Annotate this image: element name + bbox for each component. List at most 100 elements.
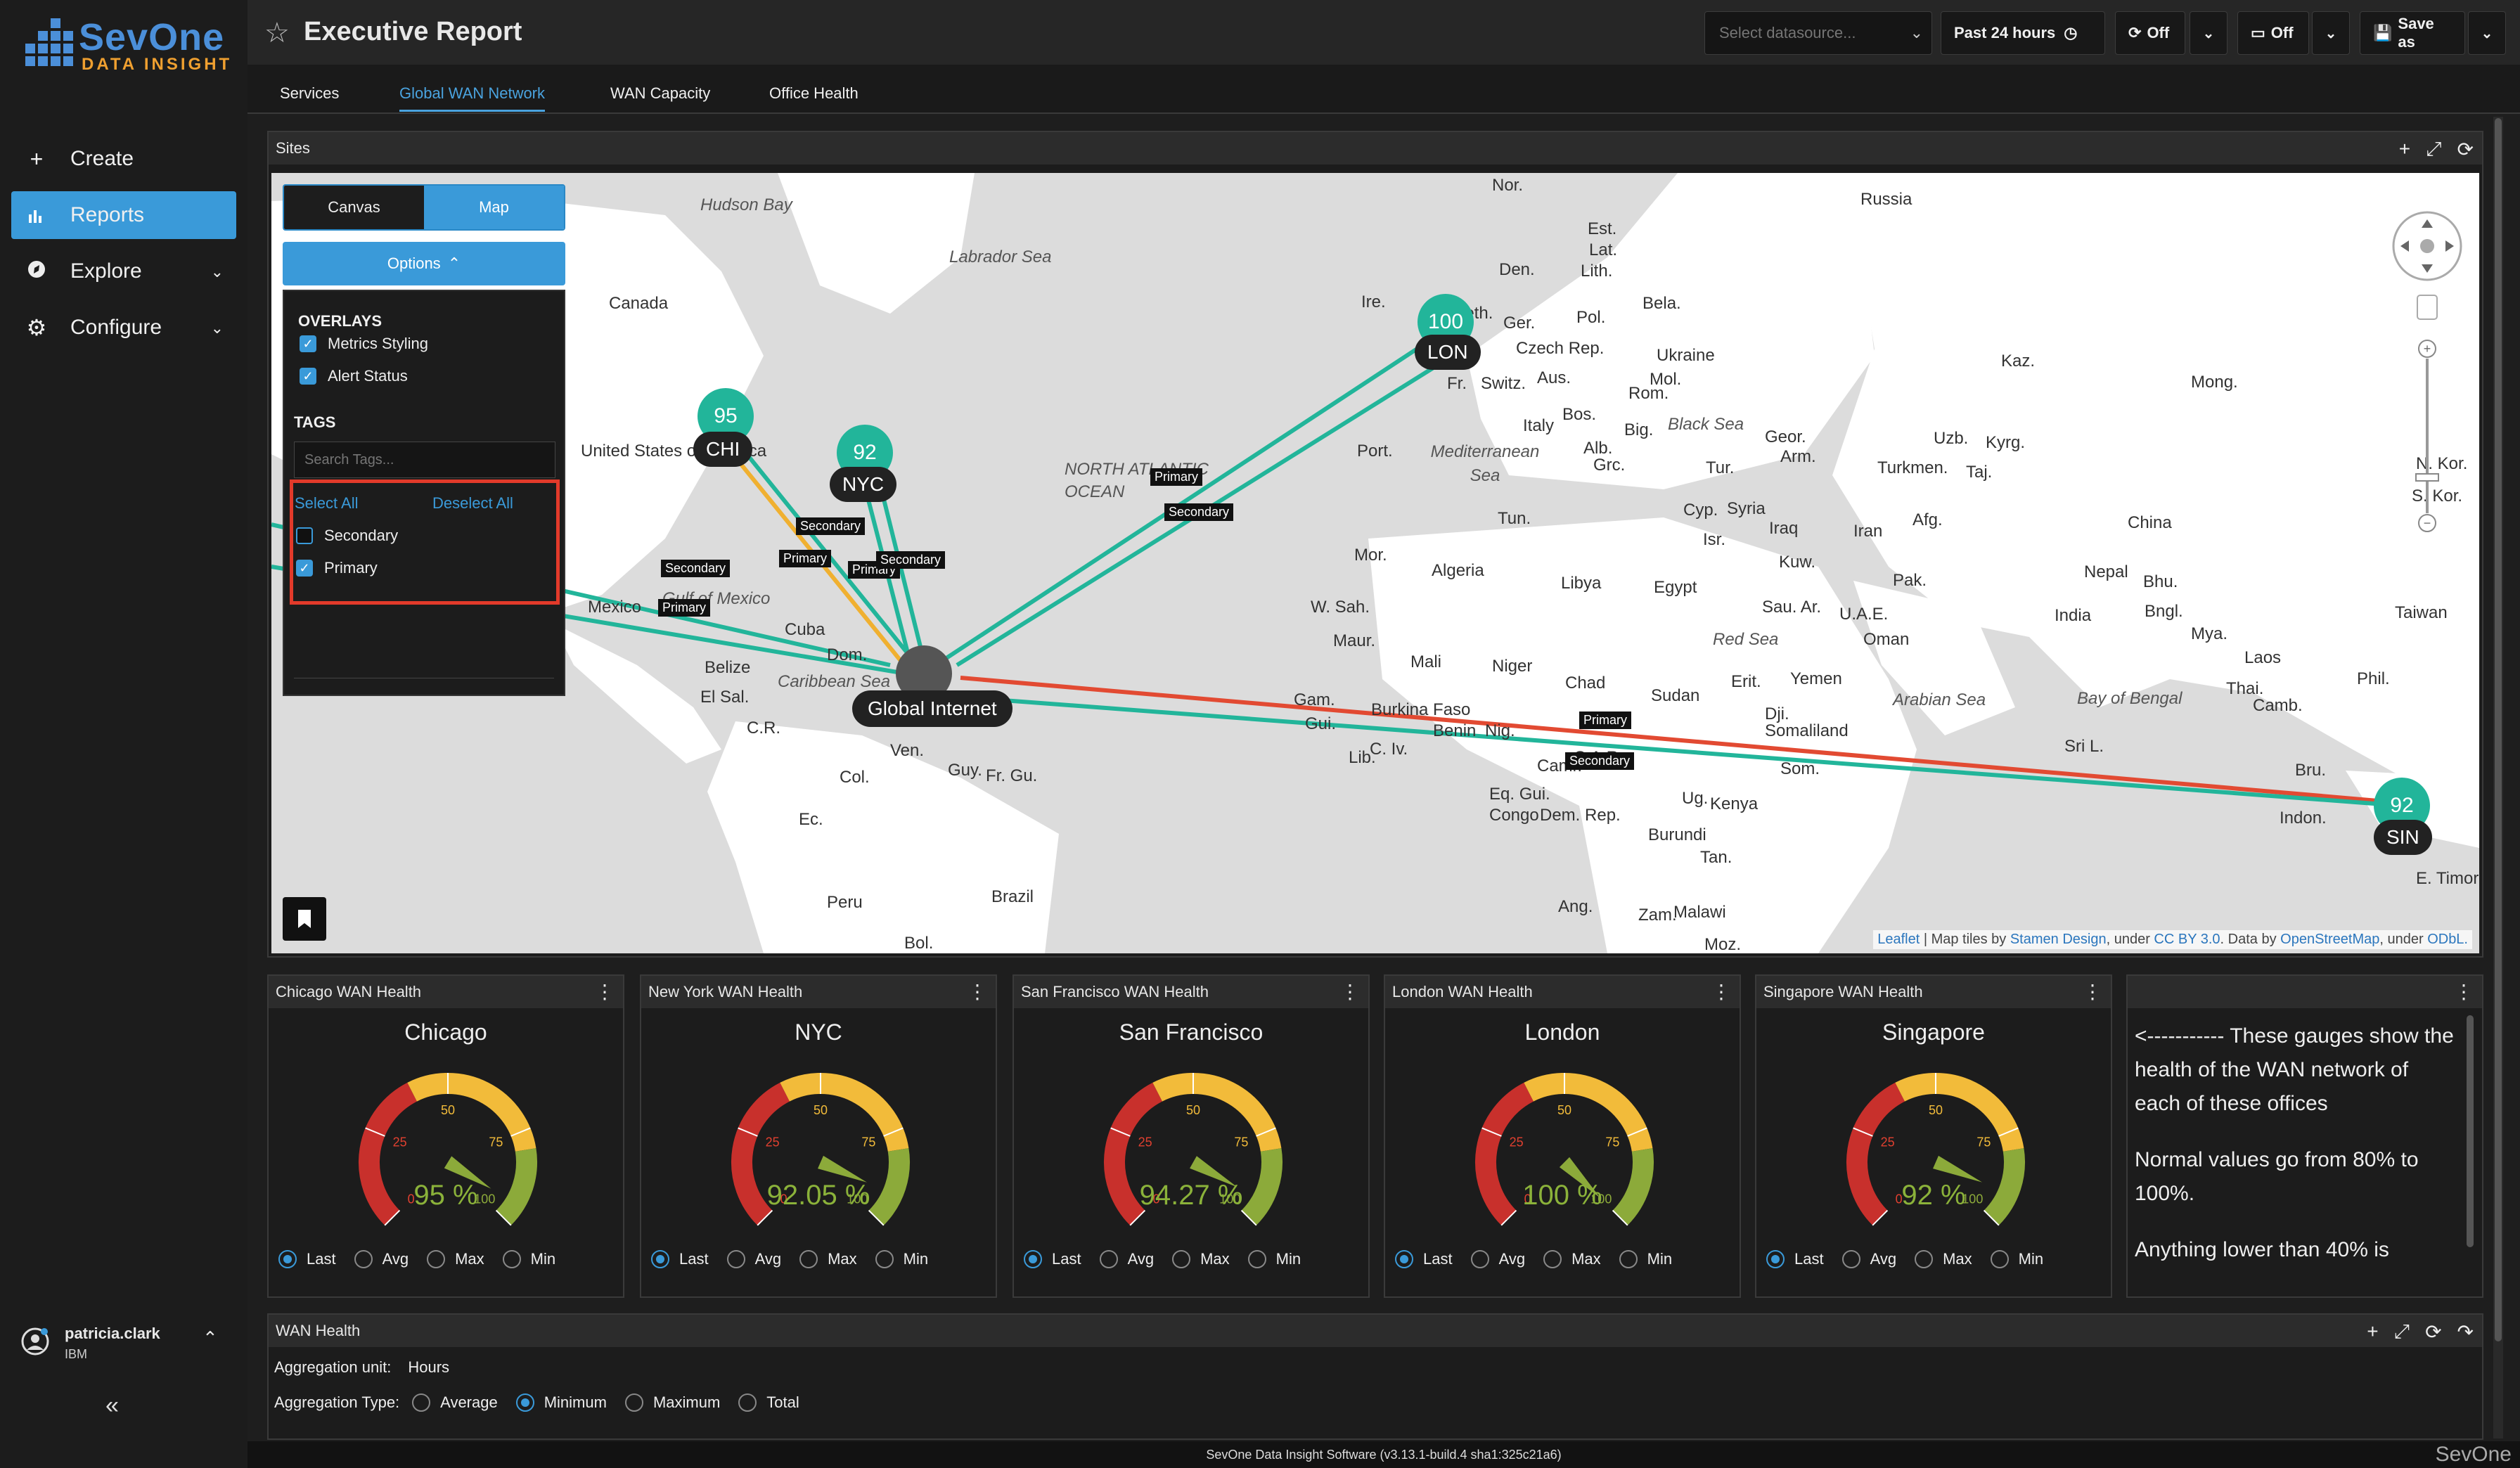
map-label: Lib. [1349, 748, 1376, 767]
radio-icon[interactable] [1990, 1250, 2009, 1268]
auto-refresh-button[interactable]: ⟳ Off [2115, 11, 2185, 55]
main-scrollbar-thumb[interactable] [2495, 118, 2502, 1341]
tag-search-input[interactable] [295, 442, 555, 477]
tab-wan-capacity[interactable]: WAN Capacity [610, 84, 710, 110]
nav-configure[interactable]: ⚙ Configure ⌄ [11, 304, 236, 352]
save-as-dropdown[interactable]: ⌄ [2468, 11, 2506, 55]
map-zoom-controls[interactable]: + − [2385, 204, 2469, 555]
radio-selected-icon[interactable] [1395, 1250, 1413, 1268]
refresh-icon[interactable]: ⟳ [2425, 1320, 2441, 1344]
more-vertical-icon[interactable]: ⋮ [1711, 980, 1731, 1003]
aggregation-unit-value[interactable]: Hours [408, 1358, 449, 1377]
add-icon[interactable]: + [2399, 138, 2410, 161]
sevone-logo[interactable]: SevOne DATA INSIGHT [25, 15, 236, 74]
node-nyc-label[interactable]: NYC [830, 467, 897, 502]
more-vertical-icon[interactable]: ⋮ [2454, 980, 2474, 1003]
more-vertical-icon[interactable]: ⋮ [595, 980, 615, 1003]
map-label: Tur. [1706, 458, 1735, 477]
nav-reports[interactable]: Reports [11, 191, 236, 239]
note-scrollbar[interactable] [2467, 1015, 2474, 1247]
radio-icon[interactable] [427, 1250, 446, 1268]
user-menu[interactable]: patricia.clark IBM ⌃ [21, 1322, 232, 1364]
nav-reports-label: Reports [70, 203, 145, 226]
overlay-metrics-styling[interactable]: ✓ Metrics Styling [300, 335, 428, 353]
radio-selected-icon[interactable] [1766, 1250, 1785, 1268]
radio-icon[interactable] [1172, 1250, 1191, 1268]
radio-icon[interactable] [1619, 1250, 1638, 1268]
stamen-link[interactable]: Stamen Design [2010, 932, 2107, 947]
more-vertical-icon[interactable]: ⋮ [1340, 980, 1360, 1003]
radio-icon[interactable] [624, 1393, 643, 1412]
map-label: India [2055, 606, 2092, 625]
radio-selected-icon[interactable] [515, 1393, 534, 1412]
radio-icon[interactable] [354, 1250, 373, 1268]
tag-primary[interactable]: ✓ Primary [296, 559, 378, 577]
node-lon-label[interactable]: LON [1415, 335, 1481, 370]
checkbox-checked-icon[interactable]: ✓ [296, 560, 313, 577]
radio-icon[interactable] [1915, 1250, 1934, 1268]
overlay-alert-status[interactable]: ✓ Alert Status [300, 367, 408, 385]
select-all-link[interactable]: Select All [295, 494, 359, 513]
tab-global-wan-network[interactable]: Global WAN Network [399, 84, 546, 112]
radio-selected-icon[interactable] [1024, 1250, 1042, 1268]
gears-icon: ⚙ [26, 315, 47, 340]
logo-mark-icon [25, 18, 73, 66]
radio-icon[interactable] [1470, 1250, 1489, 1268]
radio-icon[interactable] [738, 1393, 757, 1412]
radio-icon[interactable] [1099, 1250, 1118, 1268]
nav-create[interactable]: + Create [11, 135, 236, 183]
checkbox-checked-icon[interactable]: ✓ [300, 368, 316, 385]
radio-icon[interactable] [412, 1393, 431, 1412]
global-internet-label[interactable]: Global Internet [852, 690, 1012, 727]
expand-icon[interactable]: ⤢ [2394, 1320, 2410, 1344]
radio-icon[interactable] [1543, 1250, 1562, 1268]
tag-search-field[interactable] [294, 442, 555, 478]
radio-icon[interactable] [502, 1250, 521, 1268]
canvas-view-button[interactable]: Canvas [284, 186, 424, 229]
favorite-star-icon[interactable]: ☆ [264, 17, 290, 49]
time-range-button[interactable]: Past 24 hours ◷ [1941, 11, 2105, 55]
map-label: Mor. [1354, 546, 1387, 565]
odbl-link[interactable]: ODbL. [2427, 932, 2468, 947]
present-mode-button[interactable]: ▭ Off [2237, 11, 2309, 55]
map-view-button[interactable]: Map [424, 186, 564, 229]
tab-services[interactable]: Services [280, 84, 339, 110]
main-scrollbar[interactable] [2493, 117, 2503, 1438]
leaflet-link[interactable]: Leaflet [1877, 932, 1920, 947]
checkbox-unchecked-icon[interactable] [296, 527, 313, 544]
auto-refresh-dropdown[interactable]: ⌄ [2190, 11, 2228, 55]
wan-health-panel: WAN Health + ⤢ ⟳ ↷ Aggregation unit: Hou… [267, 1313, 2483, 1440]
present-mode-dropdown[interactable]: ⌄ [2312, 11, 2350, 55]
tag-secondary[interactable]: Secondary [296, 527, 398, 545]
radio-icon[interactable] [799, 1250, 818, 1268]
refresh-icon[interactable]: ⟳ [2457, 138, 2474, 161]
save-as-button[interactable]: 💾 Save as [2360, 11, 2465, 55]
tab-office-health[interactable]: Office Health [769, 84, 859, 110]
osm-link[interactable]: OpenStreetMap [2280, 932, 2379, 947]
radio-icon[interactable] [1841, 1250, 1860, 1268]
export-icon[interactable]: ↷ [2457, 1320, 2474, 1344]
options-button[interactable]: Options ⌃ [283, 242, 565, 285]
deselect-all-link[interactable]: Deselect All [432, 494, 513, 513]
datasource-input[interactable] [1718, 23, 1894, 43]
collapse-sidebar-icon[interactable]: « [105, 1392, 119, 1419]
add-icon[interactable]: + [2367, 1320, 2378, 1344]
bookmark-button[interactable] [283, 897, 326, 941]
radio-icon[interactable] [1247, 1250, 1266, 1268]
radio-icon[interactable] [875, 1250, 894, 1268]
node-sin-label[interactable]: SIN [2374, 820, 2432, 855]
radio-selected-icon[interactable] [278, 1250, 297, 1268]
radio-icon[interactable] [726, 1250, 745, 1268]
more-vertical-icon[interactable]: ⋮ [2083, 980, 2102, 1003]
expand-icon[interactable]: ⤢ [2426, 138, 2441, 161]
map-label: Malawi [1673, 903, 1726, 922]
more-vertical-icon[interactable]: ⋮ [968, 980, 987, 1003]
nav-explore[interactable]: Explore ⌄ [11, 247, 236, 295]
cc-link[interactable]: CC BY 3.0 [2154, 932, 2220, 947]
checkbox-checked-icon[interactable]: ✓ [300, 335, 316, 352]
node-chi-label[interactable]: CHI [693, 432, 753, 467]
radio-selected-icon[interactable] [651, 1250, 669, 1268]
world-map[interactable]: Russia Canada United States of America M… [271, 173, 2479, 953]
datasource-select[interactable]: ⌄ [1704, 11, 1932, 55]
radio-label: Average [440, 1393, 498, 1411]
